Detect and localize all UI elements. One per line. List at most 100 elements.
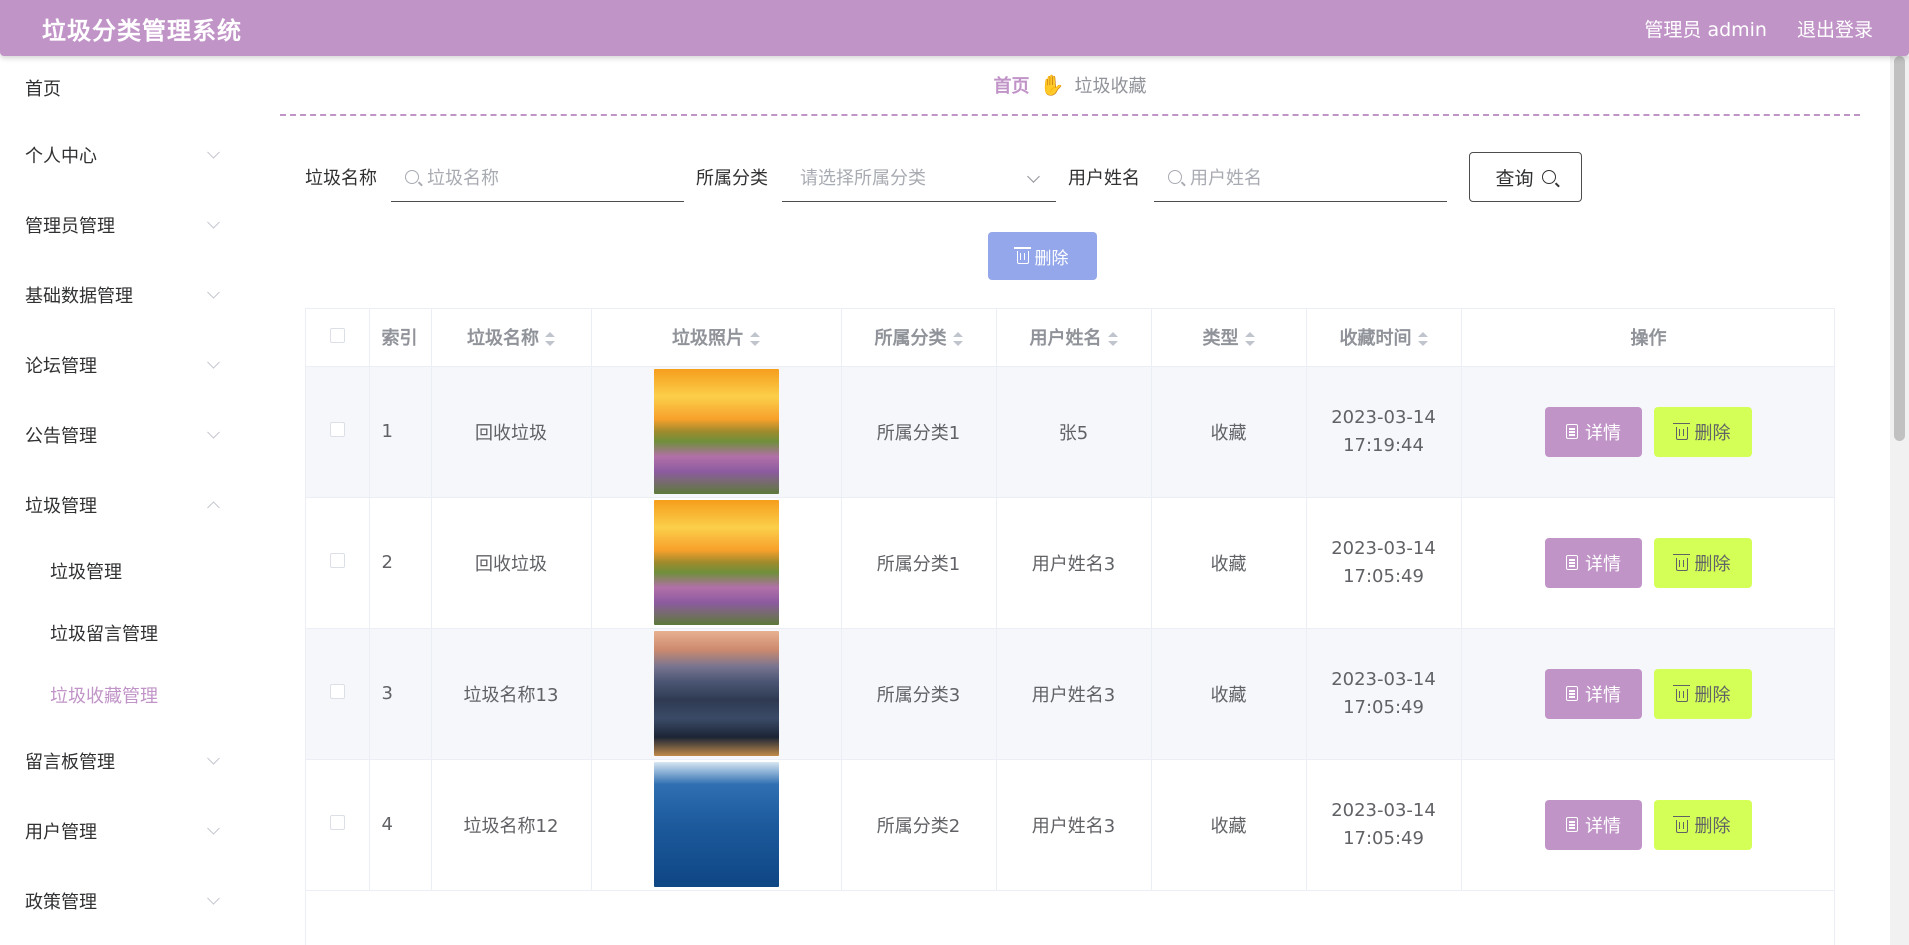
table-row: 2 回收垃圾 所属分类1 用户姓名3 收藏 2023-03-14 17:05:4… xyxy=(306,497,1834,629)
sidebar-item-label: 首页 xyxy=(25,79,61,100)
user-label: 用户姓名 xyxy=(1068,168,1140,189)
header-actions: 操作 xyxy=(1461,309,1834,367)
header-photo[interactable]: 垃圾照片 xyxy=(591,309,842,367)
header-index: 索引 xyxy=(369,309,432,367)
cell-index: 4 xyxy=(369,759,432,891)
trash-icon xyxy=(1672,815,1690,833)
sidebar-item-garbage[interactable]: 垃圾管理 xyxy=(0,470,240,540)
breadcrumb: 首页 ✋ 垃圾收藏 xyxy=(280,56,1860,116)
submenu-item-garbage-favorites[interactable]: 垃圾收藏管理 xyxy=(0,664,240,726)
sidebar-item-profile[interactable]: 个人中心 xyxy=(0,120,240,190)
row-checkbox[interactable] xyxy=(306,628,370,760)
page-scrollbar[interactable] xyxy=(1890,56,1909,945)
sidebar-item-label: 管理员管理 xyxy=(25,216,115,237)
header-category[interactable]: 所属分类 xyxy=(841,309,997,367)
cell-category: 所属分类2 xyxy=(841,759,997,891)
delete-button[interactable]: 删除 xyxy=(1654,799,1752,850)
header-time[interactable]: 收藏时间 xyxy=(1306,309,1462,367)
garbage-photo xyxy=(653,631,779,756)
hand-icon: ✋ xyxy=(1039,73,1065,97)
cell-actions: 详情 删除 xyxy=(1461,366,1834,498)
cell-type: 收藏 xyxy=(1151,759,1307,891)
scrollbar-thumb[interactable] xyxy=(1894,56,1905,441)
chevron-down-icon xyxy=(207,751,220,765)
chevron-down-icon xyxy=(1027,170,1040,183)
chevron-down-icon xyxy=(207,425,220,439)
garbage-photo xyxy=(653,762,779,887)
logout-link[interactable]: 退出登录 xyxy=(1797,15,1873,42)
sort-icon xyxy=(1107,332,1118,347)
name-placeholder: 垃圾名称 xyxy=(427,167,499,189)
cell-photo xyxy=(591,759,842,891)
chevron-down-icon xyxy=(207,891,220,905)
trash-icon xyxy=(1672,422,1690,440)
cell-photo xyxy=(591,628,842,760)
cell-actions: 详情 删除 xyxy=(1461,759,1834,891)
garbage-photo xyxy=(653,500,779,625)
main-content: 首页 ✋ 垃圾收藏 垃圾名称 垃圾名称 所属分类 请选择所属分类 用户姓名 用户… xyxy=(240,56,1890,945)
query-button[interactable]: 查询 xyxy=(1469,152,1582,202)
detail-button[interactable]: 详情 xyxy=(1545,799,1642,850)
sidebar-item-message-board[interactable]: 留言板管理 xyxy=(0,726,240,796)
user-placeholder: 用户姓名 xyxy=(1190,167,1262,189)
sidebar-item-policy[interactable]: 政策管理 xyxy=(0,866,240,936)
sidebar-item-announcement[interactable]: 公告管理 xyxy=(0,400,240,470)
sidebar-item-home[interactable]: 首页 xyxy=(0,56,240,120)
cell-type: 收藏 xyxy=(1151,628,1307,760)
header-name[interactable]: 垃圾名称 xyxy=(431,309,592,367)
breadcrumb-home[interactable]: 首页 xyxy=(994,72,1030,98)
trash-icon xyxy=(1672,684,1690,702)
sort-icon xyxy=(1244,332,1255,347)
chevron-down-icon xyxy=(207,215,220,229)
cell-user: 用户姓名3 xyxy=(996,497,1152,629)
cell-photo xyxy=(591,366,842,498)
sidebar-item-users[interactable]: 用户管理 xyxy=(0,796,240,866)
cell-actions: 详情 删除 xyxy=(1461,497,1834,629)
user-search-input[interactable]: 用户姓名 xyxy=(1154,152,1447,202)
sort-icon xyxy=(545,332,555,347)
admin-user-link[interactable]: 管理员 admin xyxy=(1644,15,1767,42)
bulk-delete-label: 删除 xyxy=(1034,248,1069,269)
cell-user: 用户姓名3 xyxy=(996,759,1152,891)
trash-icon xyxy=(1672,553,1690,571)
detail-button[interactable]: 详情 xyxy=(1545,406,1642,457)
search-icon xyxy=(1541,170,1556,184)
detail-button[interactable]: 详情 xyxy=(1545,668,1642,719)
category-label: 所属分类 xyxy=(696,168,768,189)
cell-type: 收藏 xyxy=(1151,497,1307,629)
chevron-down-icon xyxy=(207,285,220,299)
row-checkbox[interactable] xyxy=(306,366,370,498)
sidebar-item-basic-data[interactable]: 基础数据管理 xyxy=(0,260,240,330)
top-header: 垃圾分类管理系统 管理员 admin 退出登录 xyxy=(0,0,1909,56)
submenu-item-garbage-messages[interactable]: 垃圾留言管理 xyxy=(0,602,240,664)
sidebar-item-label: 留言板管理 xyxy=(25,752,115,773)
cell-time: 2023-03-14 17:19:44 xyxy=(1306,366,1462,498)
bulk-delete-button[interactable]: 删除 xyxy=(988,232,1097,280)
sidebar-item-label: 垃圾管理 xyxy=(25,496,97,517)
category-select[interactable]: 请选择所属分类 xyxy=(782,152,1056,202)
row-checkbox[interactable] xyxy=(306,759,370,891)
sidebar-item-forum[interactable]: 论坛管理 xyxy=(0,330,240,400)
sidebar-item-label: 用户管理 xyxy=(25,822,97,843)
chevron-down-icon xyxy=(207,821,220,835)
cell-name: 回收垃圾 xyxy=(431,497,592,629)
row-checkbox[interactable] xyxy=(306,497,370,629)
header-user[interactable]: 用户姓名 xyxy=(996,309,1152,367)
sidebar: 首页 个人中心 管理员管理 基础数据管理 论坛管理 公告管理 垃圾管理 垃圾管理… xyxy=(0,56,240,945)
submenu-item-garbage[interactable]: 垃圾管理 xyxy=(0,540,240,602)
delete-button[interactable]: 删除 xyxy=(1654,668,1752,719)
cell-time: 2023-03-14 17:05:49 xyxy=(1306,628,1462,760)
sidebar-item-admin-management[interactable]: 管理员管理 xyxy=(0,190,240,260)
header-actions: 管理员 admin 退出登录 xyxy=(1644,15,1873,42)
cell-index: 2 xyxy=(369,497,432,629)
delete-button[interactable]: 删除 xyxy=(1654,406,1752,457)
cell-name: 回收垃圾 xyxy=(431,366,592,498)
cell-time: 2023-03-14 17:05:49 xyxy=(1306,759,1462,891)
cell-type: 收藏 xyxy=(1151,366,1307,498)
header-type[interactable]: 类型 xyxy=(1151,309,1307,367)
select-all-checkbox[interactable] xyxy=(306,309,370,367)
name-search-input[interactable]: 垃圾名称 xyxy=(391,152,684,202)
delete-button[interactable]: 删除 xyxy=(1654,537,1752,588)
cell-user: 用户姓名3 xyxy=(996,628,1152,760)
detail-button[interactable]: 详情 xyxy=(1545,537,1642,588)
